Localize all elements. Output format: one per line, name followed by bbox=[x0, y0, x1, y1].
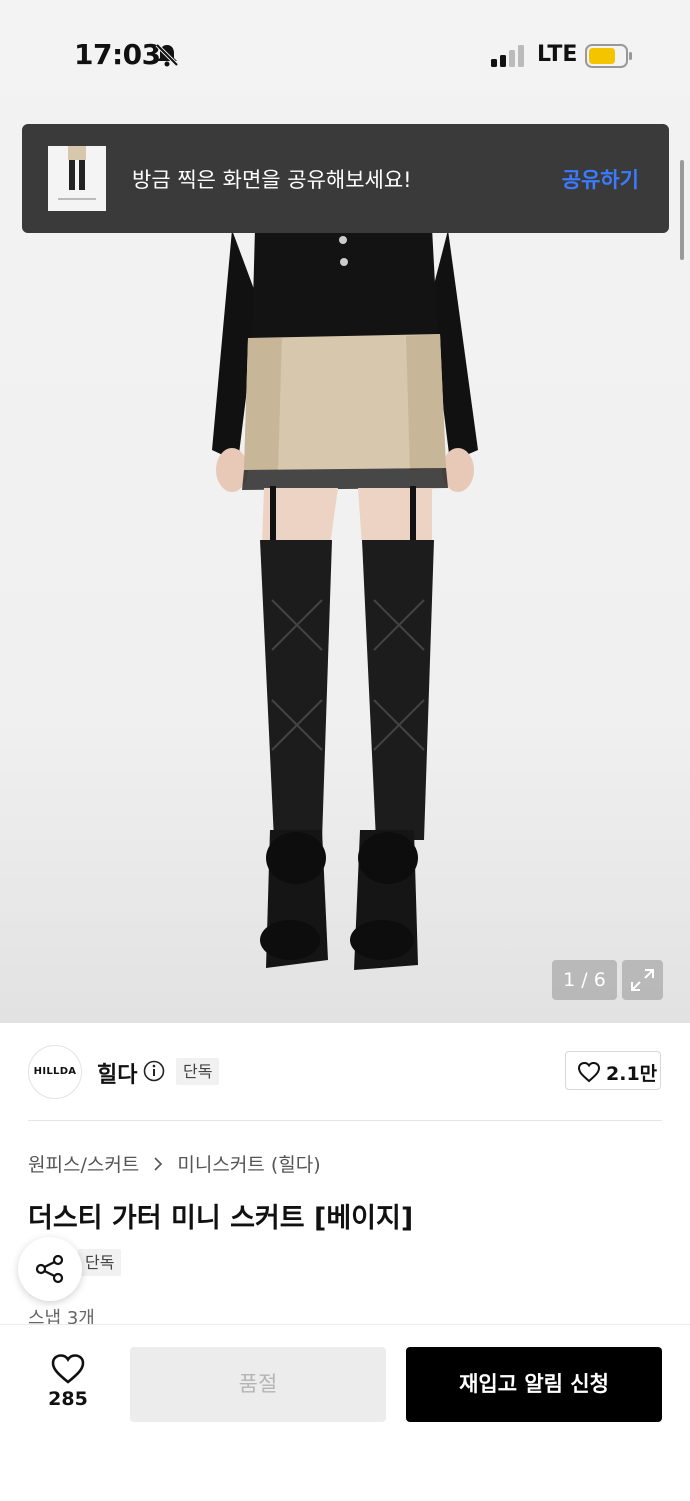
heart-icon bbox=[577, 1061, 601, 1083]
toast-message: 방금 찍은 화면을 공유해보세요! bbox=[132, 168, 412, 192]
battery-icon bbox=[585, 44, 632, 68]
share-toast: 방금 찍은 화면을 공유해보세요! 공유하기 bbox=[22, 124, 669, 233]
info-icon[interactable] bbox=[143, 1060, 165, 1082]
screenshot-thumbnail[interactable] bbox=[48, 146, 106, 211]
network-label: LTE bbox=[537, 42, 578, 67]
share-button[interactable] bbox=[18, 1237, 82, 1301]
breadcrumb: 원피스/스커트 미니스커트 (힐다) bbox=[28, 1150, 321, 1177]
divider bbox=[28, 1120, 662, 1121]
exclusive-badge: 단독 bbox=[176, 1058, 220, 1085]
bell-slash-icon bbox=[155, 43, 179, 67]
brand-like-button[interactable]: 2.1만 bbox=[565, 1051, 661, 1090]
scrollbar[interactable] bbox=[680, 160, 684, 260]
share-icon bbox=[35, 1254, 64, 1284]
breadcrumb-subcategory[interactable]: 미니스커트 (힐다) bbox=[177, 1154, 320, 1176]
chevron-right-icon bbox=[154, 1156, 163, 1171]
exclusive-tag: 단독 bbox=[78, 1249, 122, 1276]
status-time: 17:03 bbox=[74, 38, 161, 71]
wish-count: 285 bbox=[48, 1388, 88, 1410]
expand-button[interactable] bbox=[622, 960, 663, 1000]
expand-icon bbox=[631, 969, 654, 991]
restock-alert-button[interactable]: 재입고 알림 신청 bbox=[406, 1347, 662, 1422]
product-title: 더스티 가터 미니 스커트 [베이지] bbox=[28, 1203, 414, 1234]
soldout-button[interactable]: 품절 bbox=[130, 1347, 386, 1422]
heart-icon[interactable] bbox=[50, 1353, 86, 1385]
brand-name[interactable]: 힐다 bbox=[97, 1057, 137, 1089]
share-now-button[interactable]: 공유하기 bbox=[562, 164, 639, 194]
bottom-action-bar: 285 품절 재입고 알림 신청 bbox=[0, 1324, 690, 1501]
breadcrumb-category[interactable]: 원피스/스커트 bbox=[28, 1154, 139, 1176]
image-counter: 1 / 6 bbox=[552, 960, 617, 1000]
brand-like-count: 2.1만 bbox=[606, 1063, 658, 1085]
signal-icon bbox=[491, 45, 524, 67]
brand-logo[interactable]: HILLDA bbox=[28, 1045, 82, 1099]
